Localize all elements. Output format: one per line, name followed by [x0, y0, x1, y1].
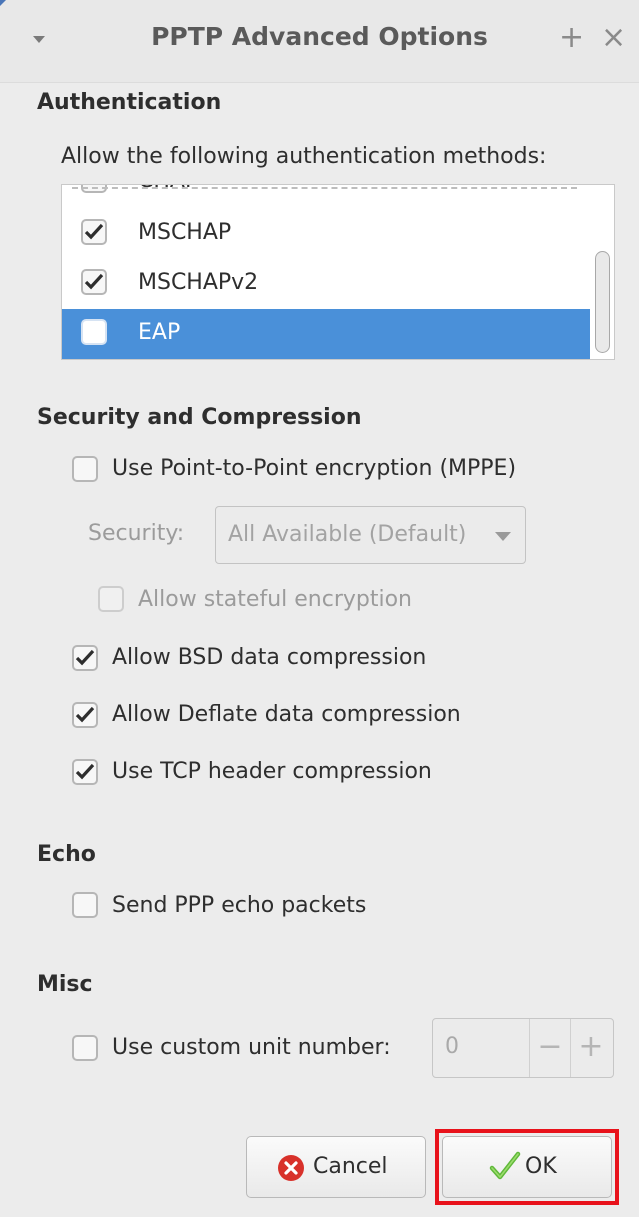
security-dropdown-value: All Available (Default): [228, 522, 467, 547]
chevron-down-icon: [495, 532, 511, 541]
mschapv2-checkbox[interactable]: [81, 269, 107, 295]
ok-button[interactable]: OK: [442, 1136, 612, 1198]
unit-number-spinner[interactable]: 0 − +: [432, 1018, 614, 1078]
checkmark-icon: [75, 649, 95, 666]
list-item-mschapv2[interactable]: MSCHAPv2: [62, 259, 590, 309]
list-item-label: EAP: [138, 320, 181, 345]
checkmark-icon: [489, 1151, 521, 1180]
ok-label: OK: [525, 1154, 557, 1179]
tcp-label[interactable]: Use TCP header compression: [112, 759, 432, 784]
unit-number-value[interactable]: 0: [445, 1034, 459, 1059]
echo-label[interactable]: Send PPP echo packets: [112, 893, 366, 918]
close-button[interactable]: ×: [601, 20, 626, 56]
authentication-heading: Authentication: [37, 90, 222, 115]
auth-methods-list[interactable]: CHAP MSCHAP MSCHAPv2 EAP: [61, 184, 615, 360]
unit-label[interactable]: Use custom unit number:: [112, 1035, 391, 1060]
security-heading: Security and Compression: [37, 405, 362, 430]
echo-checkbox[interactable]: [72, 892, 98, 918]
list-item-label: MSCHAP: [138, 220, 232, 245]
title-bar: PPTP Advanced Options + ×: [0, 0, 639, 83]
list-item-label: MSCHAPv2: [138, 270, 259, 295]
auth-methods-intro: Allow the following authentication metho…: [61, 144, 547, 169]
mppe-label[interactable]: Use Point-to-Point encryption (MPPE): [112, 456, 516, 481]
list-scrollbar-thumb[interactable]: [595, 251, 610, 353]
increment-button[interactable]: +: [570, 1019, 611, 1077]
checkmark-icon: [75, 763, 95, 780]
corner-accent: [0, 0, 6, 6]
list-item-eap[interactable]: EAP: [62, 309, 590, 359]
unit-checkbox[interactable]: [72, 1035, 98, 1061]
misc-heading: Misc: [37, 972, 93, 997]
maximize-button[interactable]: +: [559, 20, 584, 56]
focus-dash-line: [72, 187, 577, 189]
eap-checkbox[interactable]: [81, 319, 107, 345]
window-title: PPTP Advanced Options: [151, 22, 488, 51]
deflate-checkbox[interactable]: [72, 702, 98, 728]
security-dropdown[interactable]: All Available (Default): [215, 506, 526, 564]
checkmark-icon: [84, 223, 104, 240]
mppe-checkbox[interactable]: [72, 456, 98, 482]
decrement-button[interactable]: −: [529, 1019, 570, 1077]
cancel-label: Cancel: [313, 1154, 388, 1179]
echo-heading: Echo: [37, 842, 96, 867]
stateful-checkbox[interactable]: [98, 586, 124, 612]
cancel-button[interactable]: Cancel: [246, 1136, 426, 1198]
deflate-label[interactable]: Allow Deflate data compression: [112, 702, 461, 727]
security-label: Security:: [88, 521, 185, 546]
stateful-label[interactable]: Allow stateful encryption: [138, 587, 412, 612]
mschap-checkbox[interactable]: [81, 219, 107, 245]
list-item-mschap[interactable]: MSCHAP: [62, 209, 590, 259]
checkmark-icon: [84, 273, 104, 290]
bsd-checkbox[interactable]: [72, 645, 98, 671]
tcp-checkbox[interactable]: [72, 759, 98, 785]
bsd-label[interactable]: Allow BSD data compression: [112, 645, 426, 670]
cancel-icon: [278, 1155, 304, 1181]
checkmark-icon: [75, 706, 95, 723]
